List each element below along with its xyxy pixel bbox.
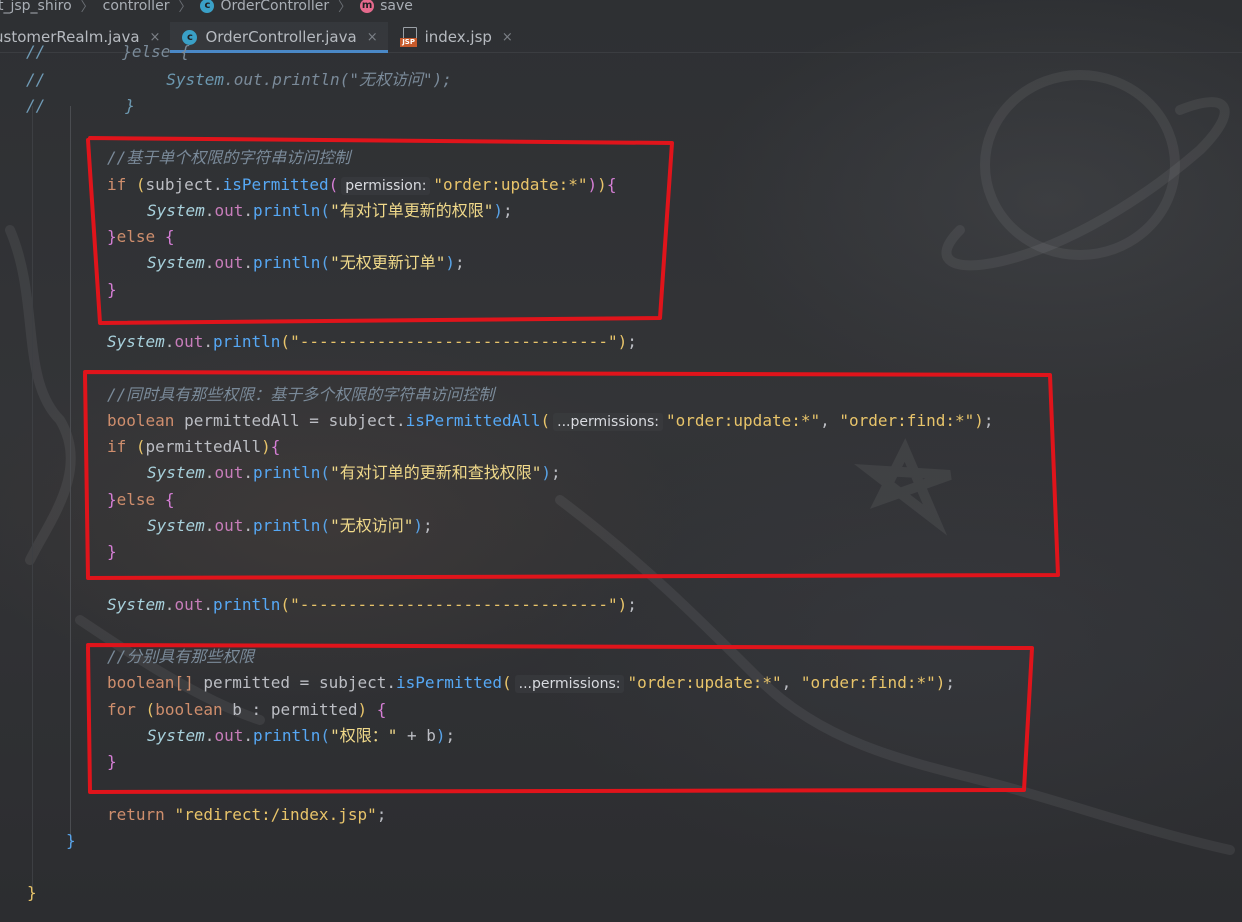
parameter-hint: permission: [341,177,431,195]
code-line: //System.out.println("无权访问"); [26,70,452,89]
code-line: }else { [107,227,175,246]
code-line: return "redirect:/index.jsp"; [107,805,387,824]
code-comment: //基于单个权限的字符串访问控制 [107,148,351,167]
code-editor[interactable]: //}else { //System.out.println("无权访问"); … [0,42,1242,922]
breadcrumb-separator: 〉 [178,0,192,15]
code-line: for (boolean b : permitted) { [107,700,387,719]
code-line: }else { [107,490,175,509]
close-icon[interactable]: × [367,30,378,45]
breadcrumb-package[interactable]: controller [103,0,170,14]
code-line: //}else { [26,42,190,61]
indent-guide [32,106,33,888]
jsp-icon-label: JSP [400,38,417,47]
breadcrumb-class-label: OrderController [220,0,330,14]
method-icon: m [360,0,375,13]
parameter-hint: ...permissions: [514,675,625,693]
code-line: boolean permittedAll = subject.isPermitt… [107,411,994,431]
code-line: boolean[] permitted = subject.isPermitte… [107,673,955,693]
tab-index-jsp[interactable]: JSP index.jsp × [388,22,523,52]
code-line: System.out.println("无权更新订单"); [147,253,465,272]
code-line: } [107,280,117,299]
code-line: } [66,831,76,850]
indent-guide [70,106,71,848]
breadcrumb-project-label: t_jsp_shiro [0,0,72,14]
code-comment: //同时具有那些权限：基于多个权限的字符串访问控制 [107,385,495,404]
code-comment: //分别具有那些权限 [107,647,255,666]
code-line: System.out.println("--------------------… [107,595,637,614]
code-line: //} [26,96,135,115]
breadcrumb-method-label: save [380,0,413,14]
breadcrumb-method[interactable]: m save [360,0,413,14]
breadcrumb-separator: 〉 [80,0,94,15]
code-line: System.out.println("有对订单更新的权限"); [147,201,513,220]
parameter-hint: ...permissions: [553,413,663,431]
code-line: System.out.println("无权访问"); [147,516,433,535]
breadcrumb: t_jsp_shiro 〉 controller 〉 c OrderControl… [0,0,1242,16]
code-line: } [27,883,37,902]
breadcrumb-package-label: controller [102,0,170,14]
code-line: if (permittedAll){ [107,437,281,456]
tab-label: OrderController.java [205,28,357,46]
class-icon: c [200,0,215,13]
code-line: System.out.println("权限：" + b); [147,726,456,745]
close-icon[interactable]: × [502,30,513,45]
breadcrumb-project[interactable]: t_jsp_shiro [0,0,72,14]
breadcrumb-separator: 〉 [338,0,352,15]
tab-order-controller[interactable]: c OrderController.java × [170,22,388,53]
code-line: } [107,542,117,561]
code-line: } [107,752,117,771]
code-line: System.out.println("--------------------… [107,332,637,351]
tab-label: index.jsp [424,28,492,46]
code-line: if (subject.isPermitted(permission: "orde… [107,175,617,195]
jsp-file-icon: JSP [400,27,418,47]
code-line: System.out.println("有对订单的更新和查找权限"); [147,463,561,482]
breadcrumb-class[interactable]: c OrderController [200,0,329,14]
